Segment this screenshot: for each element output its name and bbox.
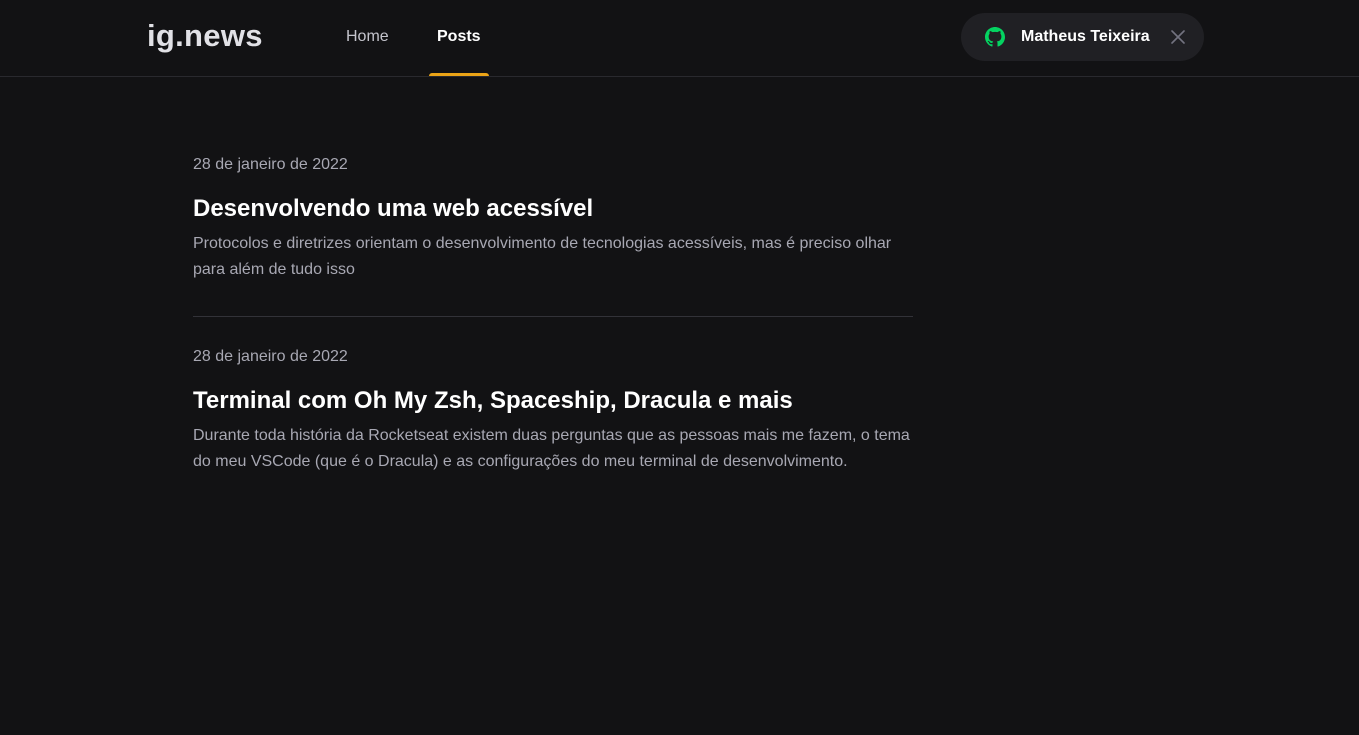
post-title: Terminal com Oh My Zsh, Spaceship, Dracu… [193, 387, 793, 414]
user-name: Matheus Teixeira [1021, 28, 1150, 45]
site-header: ig.news Home Posts Matheus Teixeira [0, 0, 1359, 77]
nav-home-link[interactable]: Home [346, 0, 389, 76]
post-date: 28 de janeiro de 2022 [193, 156, 348, 173]
github-icon [985, 27, 1005, 47]
github-user-button[interactable]: Matheus Teixeira [961, 13, 1204, 61]
logo[interactable]: ig.news [147, 17, 263, 55]
post-excerpt: Protocolos e diretrizes orientam o desen… [193, 235, 892, 278]
post-card[interactable]: 28 de janeiro de 2022 Desenvolvendo uma … [193, 155, 913, 283]
active-nav-indicator [429, 73, 489, 76]
post-date: 28 de janeiro de 2022 [193, 348, 348, 365]
nav-posts-label: Posts [437, 28, 481, 45]
post-title: Desenvolvendo uma web acessível [193, 195, 594, 222]
post-card[interactable]: 28 de janeiro de 2022 Terminal com Oh My… [193, 347, 913, 475]
post-divider [193, 316, 913, 317]
post-excerpt: Durante toda história da Rocketseat exis… [193, 427, 910, 470]
nav-posts-link[interactable]: Posts [429, 0, 489, 76]
close-icon[interactable] [1168, 27, 1188, 47]
